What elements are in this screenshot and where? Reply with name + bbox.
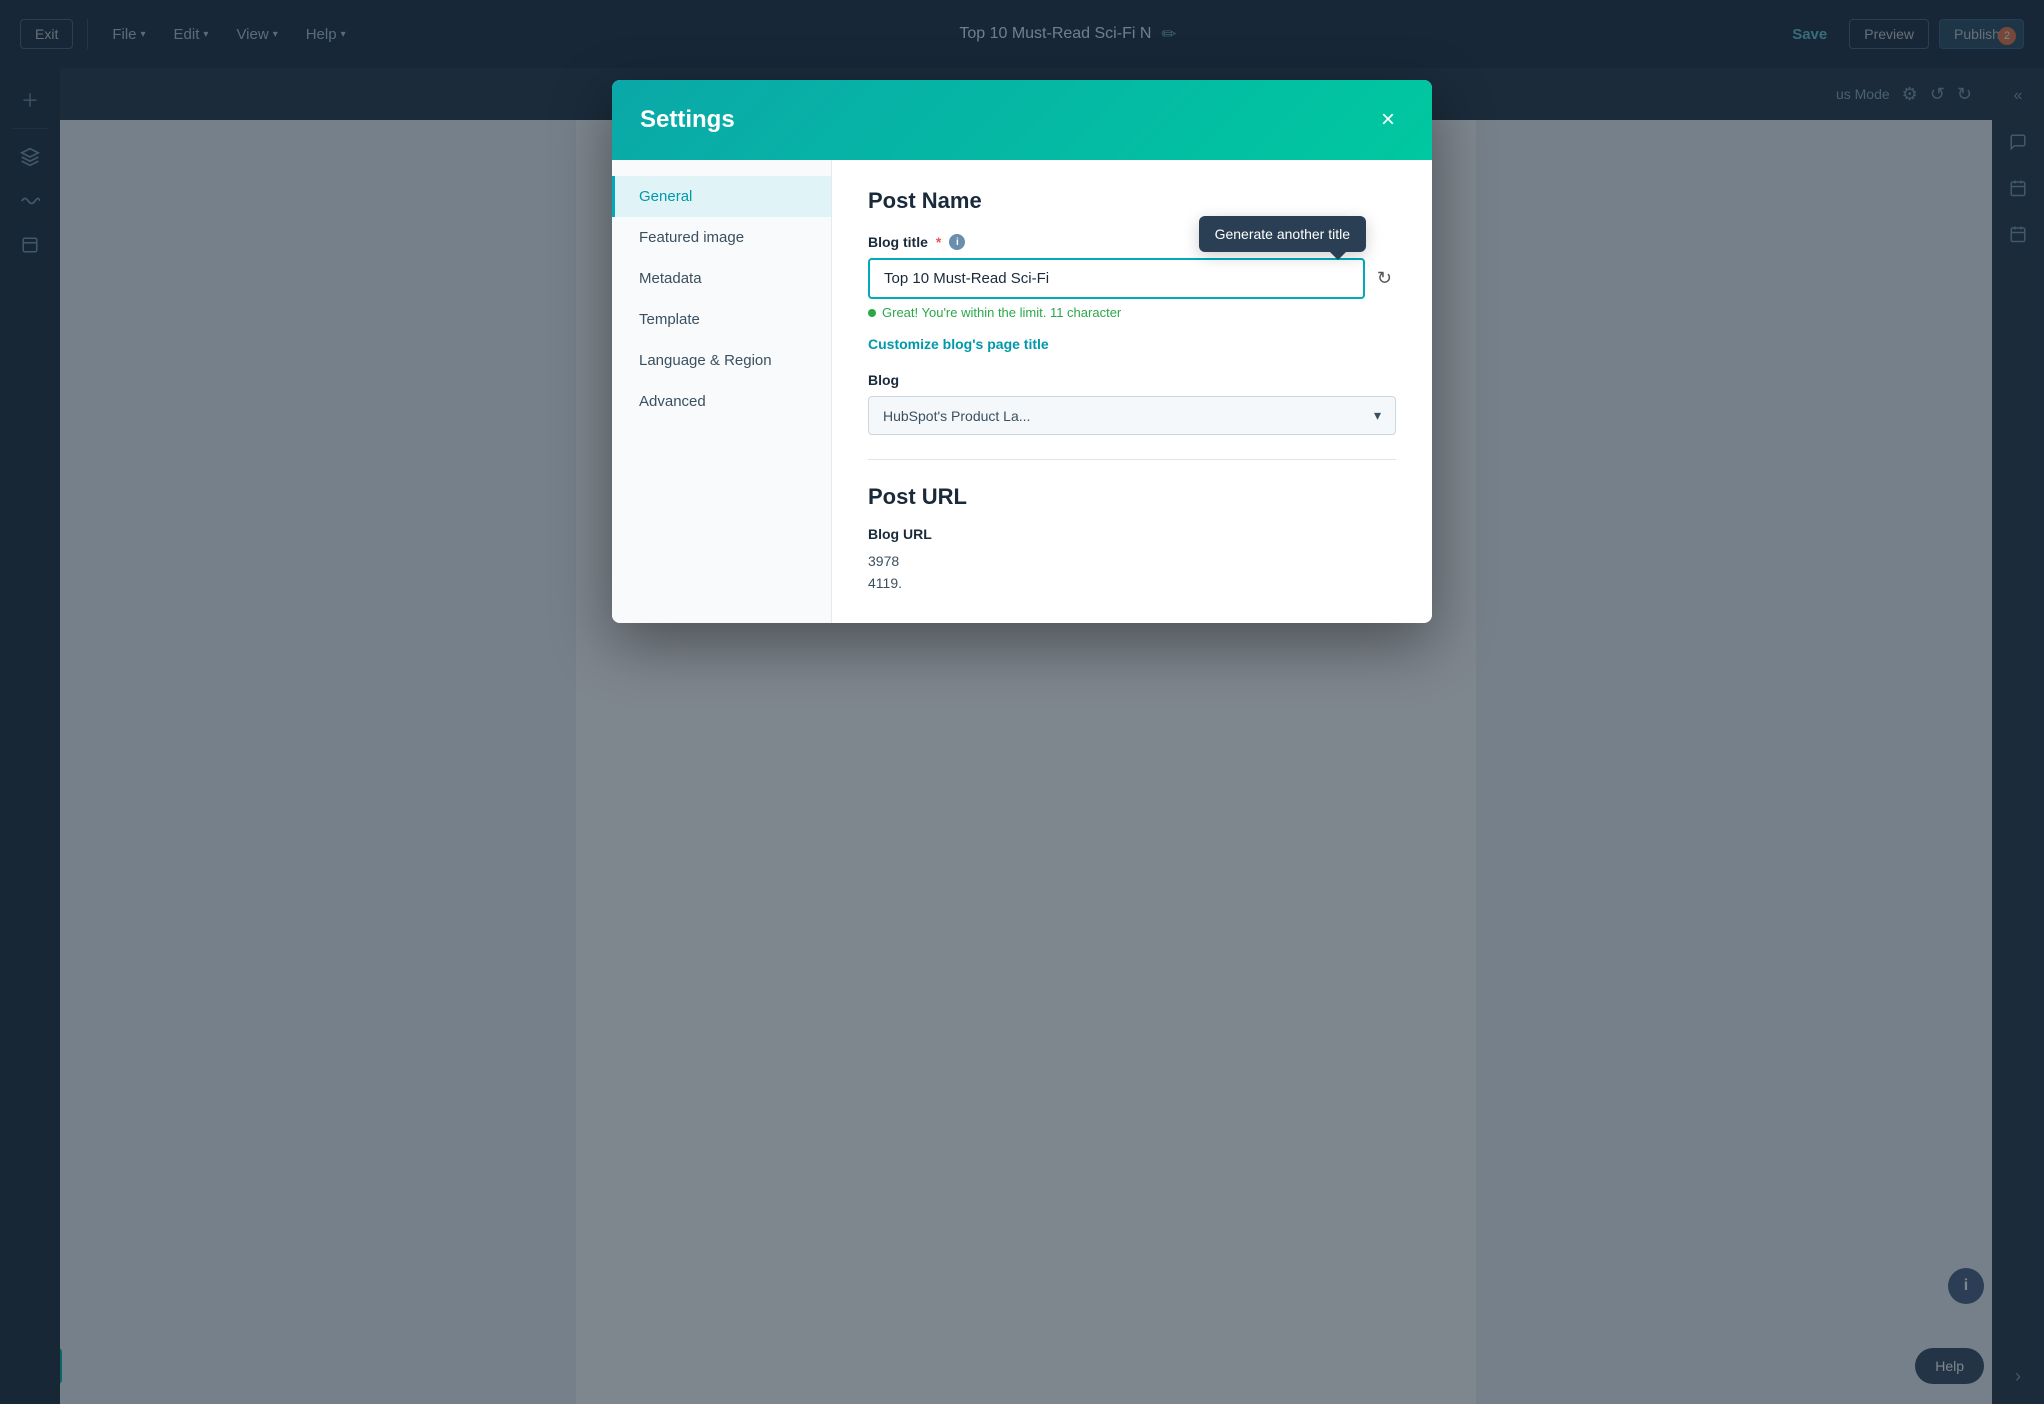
customize-page-title-link[interactable]: Customize blog's page title bbox=[868, 336, 1396, 352]
settings-nav: General Featured image Metadata Template… bbox=[612, 160, 832, 623]
nav-item-advanced[interactable]: Advanced bbox=[612, 381, 831, 422]
post-name-heading: Post Name bbox=[868, 188, 1396, 214]
settings-title: Settings bbox=[640, 106, 735, 134]
required-asterisk: * bbox=[936, 234, 941, 250]
blog-dropdown[interactable]: HubSpot's Product La... ▾ bbox=[868, 396, 1396, 435]
settings-header: Settings × bbox=[612, 80, 1432, 160]
blog-field-label: Blog bbox=[868, 372, 1396, 388]
settings-close-button[interactable]: × bbox=[1372, 104, 1404, 136]
dropdown-chevron-icon: ▾ bbox=[1374, 407, 1381, 424]
blog-url-value: 3978 4119. bbox=[868, 550, 1396, 595]
section-divider bbox=[868, 459, 1396, 460]
hint-dot-icon bbox=[868, 309, 876, 317]
nav-item-metadata[interactable]: Metadata bbox=[612, 258, 831, 299]
settings-modal: Settings × General Featured image Metada… bbox=[612, 80, 1432, 623]
blog-title-info-icon[interactable]: i bbox=[949, 234, 965, 250]
blog-title-hint: Great! You're within the limit. 11 chara… bbox=[868, 305, 1396, 320]
blog-title-input[interactable] bbox=[868, 258, 1365, 299]
blog-title-row: ↻ Generate another title bbox=[868, 258, 1396, 299]
settings-body: General Featured image Metadata Template… bbox=[612, 160, 1432, 623]
nav-item-general[interactable]: General bbox=[612, 176, 831, 217]
settings-content: Post Name Blog title * i ↻ Generate anot… bbox=[832, 160, 1432, 623]
nav-item-featured-image[interactable]: Featured image bbox=[612, 217, 831, 258]
post-url-heading: Post URL bbox=[868, 484, 1396, 510]
generate-title-tooltip: Generate another title bbox=[1199, 216, 1366, 252]
modal-overlay: Settings × General Featured image Metada… bbox=[0, 0, 2044, 1404]
nav-item-language-region[interactable]: Language & Region bbox=[612, 340, 831, 381]
blog-url-label: Blog URL bbox=[868, 526, 1396, 542]
nav-item-template[interactable]: Template bbox=[612, 299, 831, 340]
generate-title-button[interactable]: ↻ bbox=[1373, 264, 1396, 293]
